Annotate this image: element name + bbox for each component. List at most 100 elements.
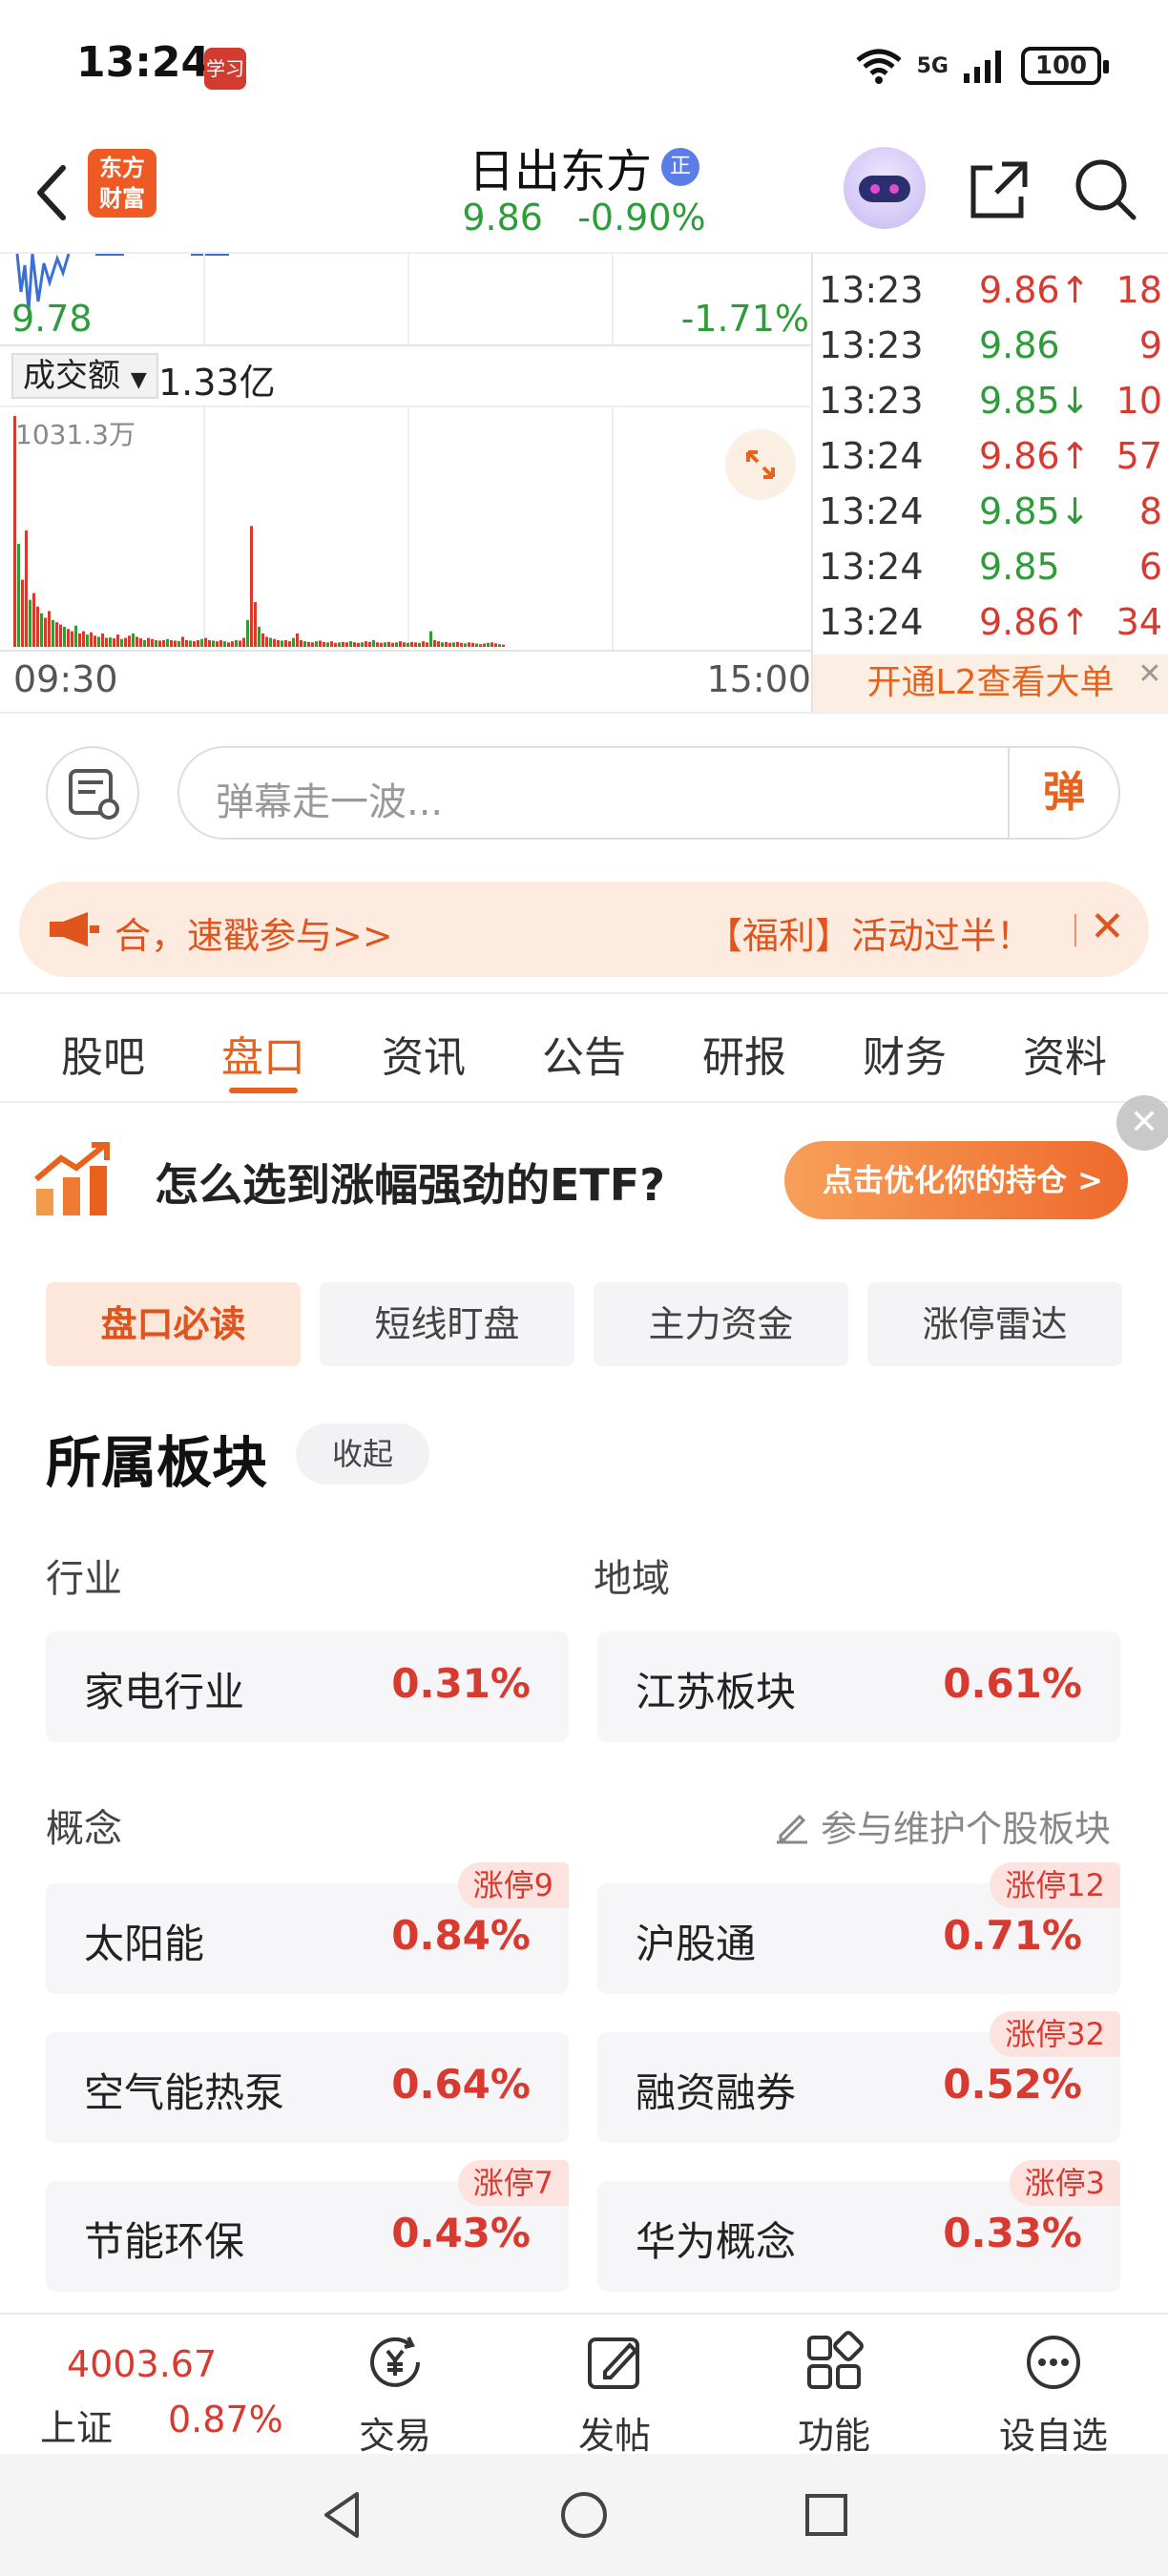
region-label: 地域	[594, 1557, 670, 1601]
volume-bar	[231, 641, 234, 647]
tab-guba[interactable]: 股吧	[61, 994, 145, 1101]
intraday-chart[interactable]: 9.78 -1.71% 成交额 ▼ 1.33亿 1031.3万 09:30 15…	[0, 252, 813, 712]
sector-card-concept[interactable]: 涨停32 融资融券 0.52%	[597, 2011, 1120, 2143]
volume-bar	[468, 642, 470, 647]
collapse-button[interactable]: 收起	[296, 1423, 429, 1485]
search-icon[interactable]	[1069, 153, 1141, 225]
nav-label: 交易	[358, 2415, 431, 2457]
tab-research[interactable]: 研报	[702, 994, 786, 1101]
optimize-holdings-button[interactable]: 点击优化你的持仓 >	[784, 1141, 1128, 1219]
tick-trades-list: 13:23 9.86↑ 18 13:23 9.86 9 13:23 9.85↓ …	[813, 254, 1168, 654]
volume-bar	[319, 640, 322, 647]
system-home-icon[interactable]	[555, 2486, 613, 2544]
tab-finance[interactable]: 财务	[863, 994, 947, 1101]
volume-bar	[410, 641, 413, 647]
notice-banner[interactable]: 合，速戳参与>> 【福利】活动过半！ ✕	[19, 882, 1149, 977]
volume-bar	[136, 636, 138, 647]
share-icon[interactable]	[964, 155, 1034, 225]
sector-name: 江苏板块	[636, 1669, 797, 1715]
volume-bar	[338, 642, 341, 647]
trade-row: 13:23 9.86↑ 18	[813, 269, 1168, 324]
danmaku-settings-button[interactable]	[46, 746, 139, 840]
sector-name: 节能环保	[84, 2218, 245, 2265]
megaphone-icon	[50, 912, 99, 946]
volume-bar	[349, 641, 352, 647]
maintain-sectors-link[interactable]: 参与维护个股板块	[773, 1799, 1111, 1852]
danmaku-toggle-button[interactable]: 弹	[1008, 748, 1118, 838]
volume-bar	[82, 631, 85, 647]
volume-selector[interactable]: 成交额 ▼	[11, 353, 158, 399]
volume-bar	[55, 622, 58, 647]
volume-bar	[227, 642, 230, 647]
trade-price: 9.85↓	[979, 380, 1091, 422]
nav-trade[interactable]: 交易	[309, 2328, 481, 2459]
nav-functions[interactable]: 功能	[748, 2328, 920, 2459]
sector-card-concept[interactable]: 空气能热泵 0.64%	[46, 2032, 569, 2143]
volume-bar	[456, 641, 459, 647]
volume-bar	[189, 640, 192, 647]
index-name: 上证	[40, 2407, 114, 2449]
trade-time: 13:23	[819, 269, 924, 311]
volume-bar	[105, 637, 108, 647]
trade-volume: 10	[1116, 380, 1162, 422]
tab-profile[interactable]: 资料	[1023, 994, 1107, 1101]
sector-card-concept[interactable]: 涨停12 沪股通 0.71%	[597, 1862, 1120, 1994]
danmaku-bar: 弹幕走一波... 弹	[0, 712, 1168, 864]
ai-assistant-icon[interactable]	[844, 147, 926, 229]
tab-pankou[interactable]: 盘口	[221, 994, 305, 1101]
yuan-exchange-icon	[370, 2337, 420, 2387]
volume-bar	[177, 640, 180, 647]
l2-upgrade-link[interactable]: 开通L2查看大单 ✕	[813, 654, 1168, 712]
sector-card-concept[interactable]: 涨停3 华为概念 0.33%	[597, 2160, 1120, 2292]
close-icon[interactable]: ✕	[1136, 660, 1164, 689]
volume-bar	[368, 641, 371, 647]
danmaku-input[interactable]: 弹幕走一波... 弹	[177, 746, 1120, 840]
sector-change: 0.64%	[391, 2061, 531, 2108]
sector-card-concept[interactable]: 涨停7 节能环保 0.43%	[46, 2160, 569, 2292]
pankou-subtabs: 盘口必读 短线盯盘 主力资金 涨停雷达	[46, 1282, 1122, 1366]
volume-bar	[128, 635, 131, 647]
system-back-icon[interactable]	[315, 2486, 372, 2544]
volume-bar	[448, 642, 451, 647]
sector-card-concept[interactable]: 涨停9 太阳能 0.84%	[46, 1862, 569, 1994]
volume-bar	[258, 626, 261, 647]
volume-bar	[25, 530, 28, 647]
volume-bar	[429, 631, 432, 647]
etf-promo-banner[interactable]: 怎么选到涨幅强劲的ETF? 点击优化你的持仓 >	[0, 1103, 1168, 1256]
tab-announcements[interactable]: 公告	[542, 994, 626, 1101]
volume-bar	[17, 544, 20, 647]
volume-bar	[52, 619, 54, 647]
volume-bar	[223, 641, 226, 647]
volume-bar	[330, 641, 333, 647]
close-icon[interactable]: ✕	[1090, 903, 1125, 951]
trade-time: 13:23	[819, 380, 924, 422]
subtab-short-term[interactable]: 短线盯盘	[320, 1282, 574, 1366]
volume-bar	[376, 642, 379, 647]
notice-text-2: 【福利】活动过半！	[706, 915, 1033, 957]
sector-card-industry[interactable]: 家电行业 0.31%	[46, 1631, 569, 1742]
volume-bar	[212, 640, 215, 647]
nav-add-watchlist[interactable]: 设自选	[968, 2328, 1139, 2459]
nav-post[interactable]: 发帖	[529, 2328, 700, 2459]
volume-bar	[365, 641, 367, 647]
subtab-main-funds[interactable]: 主力资金	[594, 1282, 848, 1366]
subtab-must-read[interactable]: 盘口必读	[46, 1282, 301, 1366]
close-icon[interactable]: ✕	[1116, 1095, 1168, 1151]
volume-bar	[246, 619, 249, 647]
subtab-limit-up-radar[interactable]: 涨停雷达	[867, 1282, 1122, 1366]
trade-volume: 57	[1116, 435, 1162, 477]
index-widget[interactable]: 4003.67 上证 0.87%	[0, 2315, 296, 2456]
sector-card-region[interactable]: 江苏板块 0.61%	[597, 1631, 1120, 1742]
tab-news[interactable]: 资讯	[382, 994, 466, 1101]
trade-time: 13:24	[819, 546, 924, 588]
dropdown-icon: ▼	[130, 368, 147, 392]
chart-up-icon	[34, 1142, 110, 1215]
volume-bar	[323, 641, 325, 647]
stock-price: 9.86	[462, 197, 543, 239]
volume-bar	[315, 641, 318, 647]
expand-button[interactable]	[725, 429, 796, 500]
sector-name: 沪股通	[636, 1921, 757, 1967]
sector-change: 0.84%	[391, 1912, 531, 1959]
volume-bar	[216, 641, 219, 647]
system-recents-icon[interactable]	[798, 2486, 855, 2544]
